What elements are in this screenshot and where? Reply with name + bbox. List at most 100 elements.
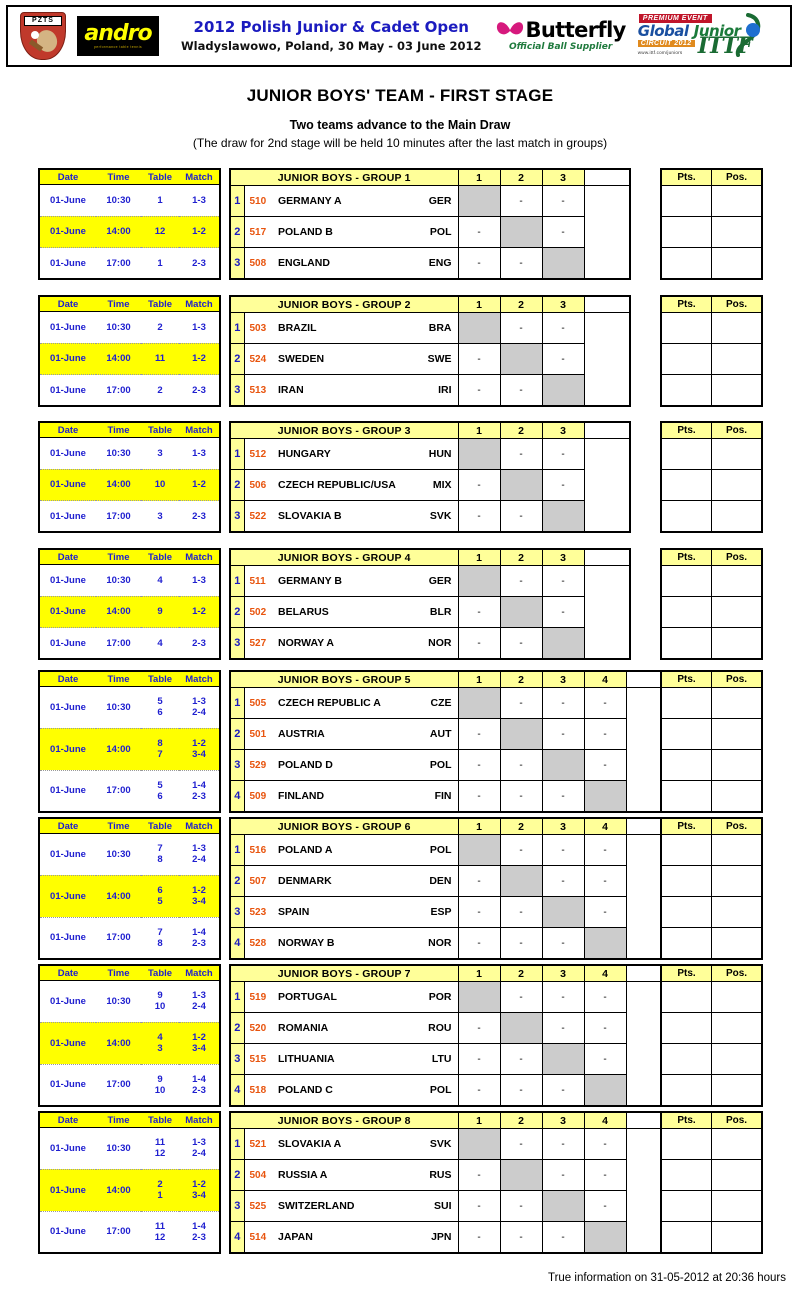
points-value[interactable]	[660, 374, 712, 407]
result-cell[interactable]: -	[457, 1221, 501, 1254]
result-cell[interactable]: -	[541, 437, 585, 471]
result-cell[interactable]: -	[457, 374, 501, 407]
result-cell[interactable]: -	[499, 927, 543, 960]
position-value[interactable]	[711, 500, 763, 533]
result-cell[interactable]: -	[541, 311, 585, 345]
points-value[interactable]	[660, 780, 712, 813]
position-value[interactable]	[711, 1221, 763, 1254]
result-cell[interactable]: -	[583, 1127, 627, 1161]
result-cell[interactable]: -	[457, 1043, 501, 1076]
result-cell[interactable]: -	[499, 184, 543, 218]
position-value[interactable]	[711, 1043, 763, 1076]
result-cell[interactable]: -	[457, 1159, 501, 1192]
result-cell[interactable]: -	[541, 1221, 585, 1254]
points-value[interactable]	[660, 749, 712, 782]
position-value[interactable]	[711, 564, 763, 598]
result-cell[interactable]: -	[499, 1043, 543, 1076]
result-cell[interactable]: -	[457, 927, 501, 960]
result-cell[interactable]: -	[541, 184, 585, 218]
result-cell[interactable]: -	[457, 896, 501, 929]
position-value[interactable]	[711, 1159, 763, 1192]
result-cell[interactable]: -	[541, 1159, 585, 1192]
result-cell[interactable]: -	[499, 780, 543, 813]
result-cell[interactable]: -	[541, 780, 585, 813]
points-value[interactable]	[660, 564, 712, 598]
result-cell[interactable]: -	[457, 749, 501, 782]
result-cell[interactable]: -	[583, 718, 627, 751]
points-value[interactable]	[660, 596, 712, 629]
position-value[interactable]	[711, 1074, 763, 1107]
points-value[interactable]	[660, 627, 712, 660]
result-cell[interactable]: -	[583, 980, 627, 1014]
result-cell[interactable]: -	[541, 718, 585, 751]
result-cell[interactable]: -	[499, 564, 543, 598]
result-cell[interactable]: -	[499, 1190, 543, 1223]
result-cell[interactable]: -	[541, 980, 585, 1014]
result-cell[interactable]: -	[499, 1127, 543, 1161]
result-cell[interactable]: -	[457, 1012, 501, 1045]
result-cell[interactable]: -	[583, 1159, 627, 1192]
result-cell[interactable]: -	[499, 1221, 543, 1254]
result-cell[interactable]: -	[457, 865, 501, 898]
points-value[interactable]	[660, 184, 712, 218]
points-value[interactable]	[660, 1043, 712, 1076]
result-cell[interactable]: -	[499, 311, 543, 345]
points-value[interactable]	[660, 718, 712, 751]
position-value[interactable]	[711, 596, 763, 629]
result-cell[interactable]: -	[583, 1190, 627, 1223]
result-cell[interactable]: -	[499, 749, 543, 782]
position-value[interactable]	[711, 216, 763, 249]
points-value[interactable]	[660, 1012, 712, 1045]
points-value[interactable]	[660, 500, 712, 533]
position-value[interactable]	[711, 749, 763, 782]
result-cell[interactable]: -	[457, 627, 501, 660]
result-cell[interactable]: -	[499, 247, 543, 280]
result-cell[interactable]: -	[499, 627, 543, 660]
position-value[interactable]	[711, 686, 763, 720]
points-value[interactable]	[660, 865, 712, 898]
result-cell[interactable]: -	[457, 596, 501, 629]
result-cell[interactable]: -	[541, 343, 585, 376]
position-value[interactable]	[711, 865, 763, 898]
result-cell[interactable]: -	[457, 343, 501, 376]
result-cell[interactable]: -	[457, 1074, 501, 1107]
position-value[interactable]	[711, 247, 763, 280]
result-cell[interactable]: -	[457, 1190, 501, 1223]
points-value[interactable]	[660, 833, 712, 867]
result-cell[interactable]: -	[541, 564, 585, 598]
position-value[interactable]	[711, 1012, 763, 1045]
result-cell[interactable]: -	[457, 469, 501, 502]
points-value[interactable]	[660, 216, 712, 249]
result-cell[interactable]: -	[583, 833, 627, 867]
result-cell[interactable]: -	[583, 865, 627, 898]
result-cell[interactable]: -	[583, 1012, 627, 1045]
result-cell[interactable]: -	[499, 896, 543, 929]
position-value[interactable]	[711, 1127, 763, 1161]
result-cell[interactable]: -	[457, 247, 501, 280]
points-value[interactable]	[660, 896, 712, 929]
position-value[interactable]	[711, 374, 763, 407]
result-cell[interactable]: -	[457, 780, 501, 813]
position-value[interactable]	[711, 980, 763, 1014]
points-value[interactable]	[660, 927, 712, 960]
position-value[interactable]	[711, 896, 763, 929]
points-value[interactable]	[660, 437, 712, 471]
result-cell[interactable]: -	[499, 833, 543, 867]
result-cell[interactable]: -	[499, 1074, 543, 1107]
position-value[interactable]	[711, 184, 763, 218]
result-cell[interactable]: -	[583, 749, 627, 782]
result-cell[interactable]: -	[541, 216, 585, 249]
result-cell[interactable]: -	[541, 1127, 585, 1161]
points-value[interactable]	[660, 1127, 712, 1161]
result-cell[interactable]: -	[541, 686, 585, 720]
position-value[interactable]	[711, 1190, 763, 1223]
position-value[interactable]	[711, 627, 763, 660]
points-value[interactable]	[660, 686, 712, 720]
result-cell[interactable]: -	[499, 686, 543, 720]
result-cell[interactable]: -	[499, 437, 543, 471]
points-value[interactable]	[660, 469, 712, 502]
position-value[interactable]	[711, 833, 763, 867]
result-cell[interactable]: -	[541, 469, 585, 502]
points-value[interactable]	[660, 1221, 712, 1254]
result-cell[interactable]: -	[499, 500, 543, 533]
